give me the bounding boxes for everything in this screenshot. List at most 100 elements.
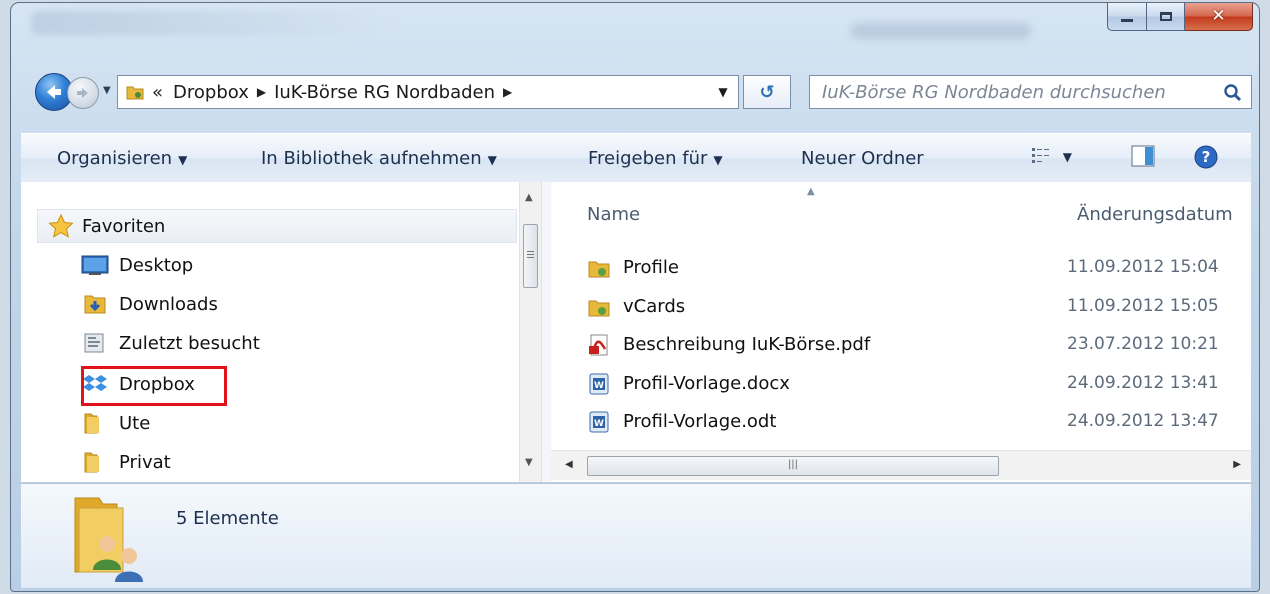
- folder-icon: [126, 84, 144, 100]
- sidebar-item-label: Zuletzt besucht: [119, 332, 260, 354]
- file-date: 23.07.2012 10:21: [1067, 334, 1219, 354]
- maximize-button[interactable]: [1147, 3, 1185, 31]
- preview-pane-icon: [1131, 145, 1155, 167]
- history-dropdown-button[interactable]: ▼: [103, 85, 111, 96]
- minimize-button[interactable]: [1107, 3, 1147, 31]
- scrollbar-thumb[interactable]: |||: [587, 456, 999, 476]
- svg-text:W: W: [594, 381, 604, 391]
- sidebar-item-privat[interactable]: Privat: [81, 446, 171, 478]
- file-date: 11.09.2012 15:04: [1067, 257, 1219, 277]
- chevron-down-icon: ▼: [487, 153, 497, 167]
- folder-icon: [81, 451, 109, 473]
- pane-splitter[interactable]: [541, 182, 551, 482]
- shared-folder-icon: [69, 494, 151, 584]
- caption-buttons: ✕: [1107, 3, 1253, 31]
- preview-pane-button[interactable]: [1131, 145, 1155, 172]
- folder-icon: [587, 256, 611, 280]
- address-bar[interactable]: « Dropbox ▶ IuK-Börse RG Nordbaden ▶ ▼: [117, 75, 739, 109]
- search-icon[interactable]: [1223, 83, 1243, 103]
- scroll-right-icon[interactable]: ▶: [1233, 459, 1241, 470]
- column-name-label: Name: [587, 204, 641, 225]
- maximize-icon: [1159, 12, 1172, 21]
- grip-icon: [527, 251, 534, 252]
- file-row[interactable]: Profile 11.09.2012 15:04: [551, 250, 1251, 286]
- new-folder-label: Neuer Ordner: [801, 148, 924, 169]
- sidebar-item-desktop[interactable]: Desktop: [81, 249, 193, 281]
- address-overflow[interactable]: «: [152, 82, 163, 103]
- view-options-button[interactable]: ▼: [1031, 146, 1072, 169]
- favorites-header[interactable]: Favoriten: [37, 209, 517, 243]
- share-with-menu[interactable]: Freigeben für ▼: [588, 148, 723, 169]
- file-name: Profil-Vorlage.odt: [623, 411, 777, 432]
- main-content: Favoriten Desktop Downloads Zuletzt besu…: [21, 182, 1251, 482]
- folder-icon: [587, 295, 611, 319]
- breadcrumb-separator-icon[interactable]: ▶: [257, 85, 266, 99]
- close-button[interactable]: ✕: [1185, 3, 1253, 31]
- refresh-button[interactable]: ↺: [743, 75, 791, 109]
- desktop-icon: [81, 254, 109, 276]
- help-button[interactable]: ?: [1193, 144, 1219, 175]
- file-row[interactable]: vCards 11.09.2012 15:05: [551, 289, 1251, 325]
- recent-places-icon: [81, 332, 109, 354]
- file-date: 11.09.2012 15:05: [1067, 296, 1219, 316]
- file-list: Name ▲ Änderungsdatum Profile 11.09.2012…: [551, 182, 1251, 482]
- navigation-pane: Favoriten Desktop Downloads Zuletzt besu…: [21, 182, 541, 482]
- file-name: vCards: [623, 296, 686, 317]
- include-in-library-menu[interactable]: In Bibliothek aufnehmen ▼: [261, 148, 497, 169]
- sidebar-item-label: Desktop: [119, 254, 194, 276]
- back-arrow-icon: [47, 85, 61, 99]
- search-input[interactable]: IuK-Börse RG Nordbaden durchsuchen: [809, 75, 1252, 109]
- grip-icon: |||: [787, 459, 799, 470]
- command-bar: Organisieren ▼ In Bibliothek aufnehmen ▼ F…: [21, 133, 1251, 183]
- sidebar-item-label: Privat: [119, 451, 171, 473]
- breadcrumb-separator-icon[interactable]: ▶: [503, 85, 512, 99]
- navigation-bar: ▼ « Dropbox ▶ IuK-Börse RG Nordbaden ▶ ▼…: [21, 71, 1252, 115]
- sort-ascending-icon: ▲: [807, 186, 815, 197]
- dropbox-highlight-box: [81, 366, 227, 406]
- forward-arrow-icon: [77, 88, 88, 98]
- sidebar-item-label: Downloads: [119, 293, 218, 315]
- file-name: Profile: [623, 257, 679, 278]
- file-name: Profil-Vorlage.docx: [623, 373, 790, 394]
- file-row[interactable]: W Profil-Vorlage.odt 24.09.2012 13:47: [551, 404, 1251, 440]
- file-date: 24.09.2012 13:47: [1067, 411, 1219, 431]
- sidebar-item-label: Ute: [119, 412, 151, 434]
- folder-icon: [81, 412, 109, 434]
- address-dropdown-button[interactable]: ▼: [708, 76, 738, 108]
- column-date-label: Änderungsdatum: [1077, 204, 1233, 225]
- file-list-scrollbar[interactable]: ◀ ||| ▶: [551, 450, 1251, 480]
- chevron-down-icon: ▼: [1062, 150, 1072, 164]
- forward-button[interactable]: [67, 77, 99, 109]
- new-folder-button[interactable]: Neuer Ordner: [801, 148, 924, 169]
- explorer-window: ✕ ▼ « Dropbox ▶ IuK-Börse RG Nordbaden ▶…: [10, 2, 1260, 592]
- window-title: [851, 23, 1031, 39]
- column-header-name[interactable]: Name: [587, 204, 640, 225]
- organize-menu[interactable]: Organisieren ▼: [57, 148, 187, 169]
- nav-pane-scrollbar[interactable]: ▲ ▼: [519, 182, 541, 482]
- details-pane: 5 Elemente: [21, 483, 1251, 588]
- sidebar-item-recent[interactable]: Zuletzt besucht: [81, 327, 260, 359]
- breadcrumb-dropbox[interactable]: Dropbox: [173, 82, 249, 103]
- sidebar-item-ute[interactable]: Ute: [81, 407, 150, 439]
- scroll-up-icon[interactable]: ▲: [525, 192, 533, 203]
- chevron-down-icon: ▼: [713, 153, 723, 167]
- column-header-date[interactable]: Änderungsdatum: [1077, 204, 1233, 225]
- scroll-down-icon[interactable]: ▼: [525, 457, 533, 468]
- share-with-label: Freigeben für: [588, 148, 708, 169]
- svg-text:?: ?: [1202, 148, 1211, 166]
- breadcrumb-iuk-boerse[interactable]: IuK-Börse RG Nordbaden: [274, 82, 495, 103]
- scrollbar-thumb[interactable]: [523, 224, 538, 288]
- refresh-icon: ↺: [759, 81, 775, 103]
- sidebar-item-downloads[interactable]: Downloads: [81, 288, 218, 320]
- close-icon: ✕: [1211, 6, 1226, 26]
- scroll-left-icon[interactable]: ◀: [565, 459, 573, 470]
- chevron-down-icon: ▼: [178, 153, 188, 167]
- file-name: Beschreibung IuK-Börse.pdf: [623, 334, 871, 355]
- file-row[interactable]: Beschreibung IuK-Börse.pdf 23.07.2012 10…: [551, 327, 1251, 363]
- file-row[interactable]: W Profil-Vorlage.docx 24.09.2012 13:41: [551, 366, 1251, 402]
- favorites-label: Favoriten: [82, 215, 166, 237]
- svg-text:W: W: [594, 419, 604, 429]
- star-icon: [48, 214, 74, 238]
- minimize-icon: [1121, 19, 1133, 22]
- organize-label: Organisieren: [57, 148, 173, 169]
